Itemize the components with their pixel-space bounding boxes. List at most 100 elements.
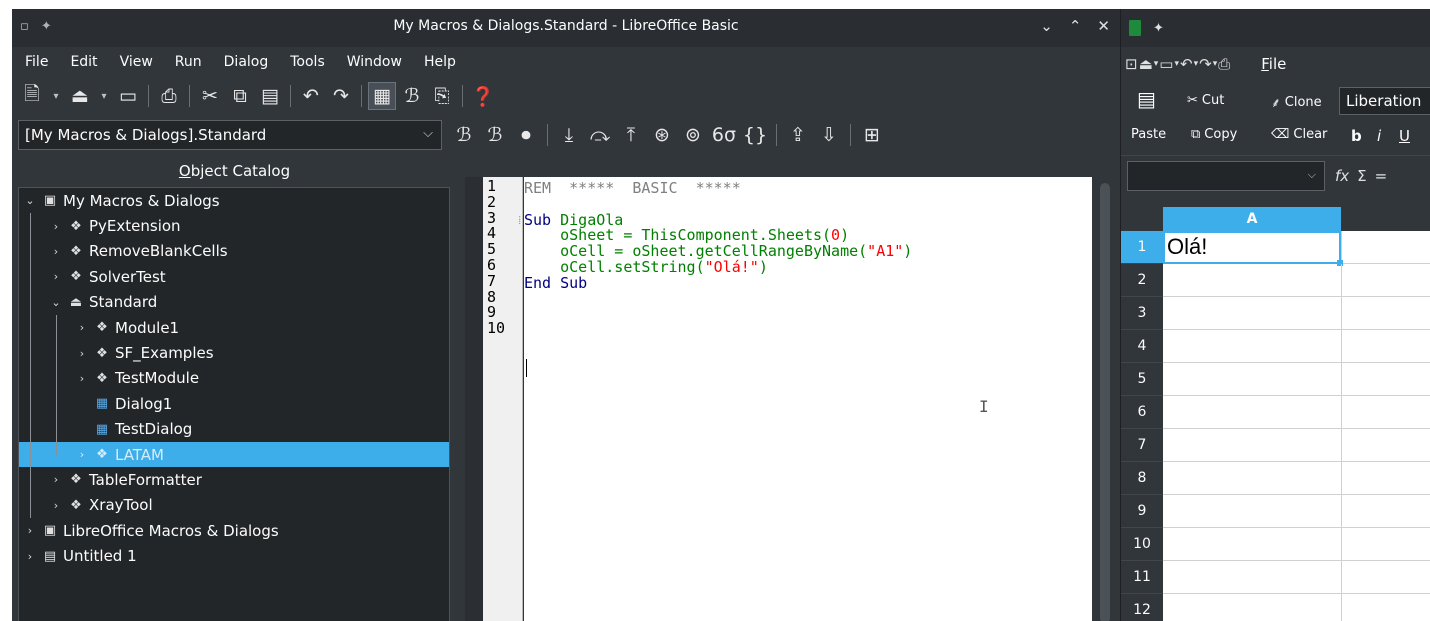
open-folder-icon[interactable]: ⏏ xyxy=(66,82,94,110)
redo-icon[interactable]: ↷ xyxy=(1199,55,1212,73)
row-header[interactable]: 1 xyxy=(1121,231,1163,264)
vertical-scrollbar[interactable] xyxy=(1100,183,1110,621)
help-icon[interactable]: ❓ xyxy=(469,82,497,110)
dropdown-icon[interactable]: ▾ xyxy=(1194,59,1199,69)
cut-button[interactable]: ✂ Cut xyxy=(1187,93,1224,108)
sheet-row[interactable]: Olá! xyxy=(1163,231,1430,266)
menu-file[interactable]: File xyxy=(14,54,59,70)
menu-view[interactable]: View xyxy=(109,54,164,70)
redo-icon[interactable]: ↷ xyxy=(327,82,355,110)
watch-icon[interactable]: 6σ xyxy=(710,121,738,149)
sheet-row[interactable] xyxy=(1163,594,1430,621)
library-select[interactable]: [My Macros & Dialogs].Standard ⌵ xyxy=(18,120,442,150)
minimize-icon[interactable]: ⌄ xyxy=(1040,17,1053,35)
tree-item[interactable]: ⌄ ▣ My Macros & Dialogs xyxy=(19,188,449,213)
chevron-right-icon[interactable]: › xyxy=(75,372,89,385)
print-icon[interactable]: ⎙ xyxy=(1218,55,1230,73)
row-header[interactable]: 2 xyxy=(1121,264,1163,297)
tree-item[interactable]: › ❖ Module1 xyxy=(19,315,449,340)
fold-icon[interactable]: ⁞ xyxy=(518,213,521,229)
tree-item[interactable]: › ❖ RemoveBlankCells xyxy=(19,239,449,264)
sheet-row[interactable] xyxy=(1163,495,1430,528)
select-module-icon[interactable]: ⎘ xyxy=(428,82,456,110)
paste-button[interactable]: Paste xyxy=(1131,127,1166,142)
column-header-a[interactable]: A xyxy=(1163,207,1341,231)
chevron-down-icon[interactable]: ⌄ xyxy=(23,194,37,207)
menu-tools[interactable]: Tools xyxy=(279,54,336,70)
tree-item[interactable]: › ❖ TestModule xyxy=(19,366,449,391)
name-box[interactable]: ⌵ xyxy=(1127,160,1325,191)
undo-icon[interactable]: ↶ xyxy=(1180,55,1193,73)
paste-icon[interactable]: ▤ xyxy=(1137,87,1156,111)
tree-item[interactable]: › ❖ SolverTest xyxy=(19,264,449,289)
copy-icon[interactable]: ⧉ xyxy=(226,82,254,110)
run-icon[interactable]: ℬ xyxy=(481,121,509,149)
sheet-row[interactable] xyxy=(1163,330,1430,363)
step-into-icon[interactable]: ⤓ xyxy=(555,121,583,149)
dropdown-icon[interactable]: ▾ xyxy=(1213,59,1218,69)
chevron-right-icon[interactable]: › xyxy=(75,321,89,334)
chevron-right-icon[interactable]: › xyxy=(49,220,63,233)
chevron-down-icon[interactable]: ⌄ xyxy=(49,296,63,309)
select-all-corner[interactable] xyxy=(1121,207,1163,231)
compile-icon[interactable]: ℬ xyxy=(450,121,478,149)
row-header[interactable]: 6 xyxy=(1121,396,1163,429)
bold-icon[interactable]: b xyxy=(1351,127,1362,145)
open-remote-icon[interactable]: ⊡ xyxy=(1125,55,1138,73)
copy-button[interactable]: ⧉ Copy xyxy=(1191,127,1237,142)
dropdown-icon[interactable]: ▾ xyxy=(1154,59,1159,69)
cut-icon[interactable]: ✂ xyxy=(196,82,224,110)
sheet-row[interactable] xyxy=(1163,264,1430,297)
paste-icon[interactable]: ▤ xyxy=(256,82,284,110)
step-over-icon[interactable]: ⤼ xyxy=(586,121,614,149)
new-document-icon[interactable]: 🗎 xyxy=(18,82,46,110)
manage-breakpoints-icon[interactable]: ⊚ xyxy=(679,121,707,149)
row-header[interactable]: 4 xyxy=(1121,330,1163,363)
select-macro-icon[interactable]: ℬ xyxy=(398,82,426,110)
file-tab[interactable]: File xyxy=(1261,55,1286,73)
menu-window[interactable]: Window xyxy=(336,54,413,70)
chevron-right-icon[interactable]: › xyxy=(49,473,63,486)
tree-item[interactable]: › ❖ SF_Examples xyxy=(19,340,449,365)
object-catalog-icon[interactable]: ▦ xyxy=(368,82,396,110)
pin-icon[interactable]: ✦ xyxy=(1153,21,1164,36)
sheet-row[interactable] xyxy=(1163,561,1430,594)
menu-run[interactable]: Run xyxy=(164,54,213,70)
sum-icon[interactable]: Σ xyxy=(1357,167,1366,185)
italic-icon[interactable]: i xyxy=(1377,127,1381,145)
dropdown-icon[interactable]: ▾ xyxy=(1174,59,1179,69)
find-parentheses-icon[interactable]: {} xyxy=(741,121,769,149)
chevron-right-icon[interactable]: › xyxy=(49,245,63,258)
insert-controls-icon[interactable]: ⊞ xyxy=(858,121,886,149)
formula-icon[interactable]: = xyxy=(1375,167,1388,185)
save-icon[interactable]: ▭ xyxy=(114,82,142,110)
open-icon[interactable]: ⏏ xyxy=(1139,55,1153,73)
new-dropdown-icon[interactable]: ▾ xyxy=(48,82,64,110)
menu-dialog[interactable]: Dialog xyxy=(213,54,280,70)
row-header[interactable]: 3 xyxy=(1121,297,1163,330)
row-header[interactable]: 8 xyxy=(1121,462,1163,495)
print-icon[interactable]: ⎙ xyxy=(155,82,183,110)
font-name-box[interactable]: Liberation xyxy=(1339,87,1430,115)
step-out-icon[interactable]: ⤒ xyxy=(617,121,645,149)
tree-item[interactable]: › ▤ Untitled 1 xyxy=(19,543,449,568)
tree-item[interactable]: › ▣ LibreOffice Macros & Dialogs xyxy=(19,518,449,543)
export-basic-icon[interactable]: ⇩ xyxy=(815,121,843,149)
undo-icon[interactable]: ↶ xyxy=(297,82,325,110)
menu-help[interactable]: Help xyxy=(413,54,467,70)
tree-item[interactable]: › ❖ TableFormatter xyxy=(19,467,449,492)
sheet-row[interactable] xyxy=(1163,528,1430,561)
maximize-icon[interactable]: ⌃ xyxy=(1069,17,1082,35)
function-wizard-icon[interactable]: fx xyxy=(1335,167,1349,185)
sheet-row[interactable] xyxy=(1163,429,1430,462)
tree-item[interactable]: › ❖ LATAM xyxy=(19,441,449,468)
tree-item[interactable]: ▦ Dialog1 xyxy=(19,391,449,416)
row-header[interactable]: 12 xyxy=(1121,594,1163,621)
chevron-right-icon[interactable]: › xyxy=(23,524,37,537)
tree-item[interactable]: ⌄ ⏏ Standard xyxy=(19,290,449,315)
sheet-row[interactable] xyxy=(1163,363,1430,396)
stop-icon[interactable]: ⏺ xyxy=(512,121,540,149)
import-basic-icon[interactable]: ⇪ xyxy=(784,121,812,149)
chevron-right-icon[interactable]: › xyxy=(49,499,63,512)
chevron-right-icon[interactable]: › xyxy=(49,270,63,283)
